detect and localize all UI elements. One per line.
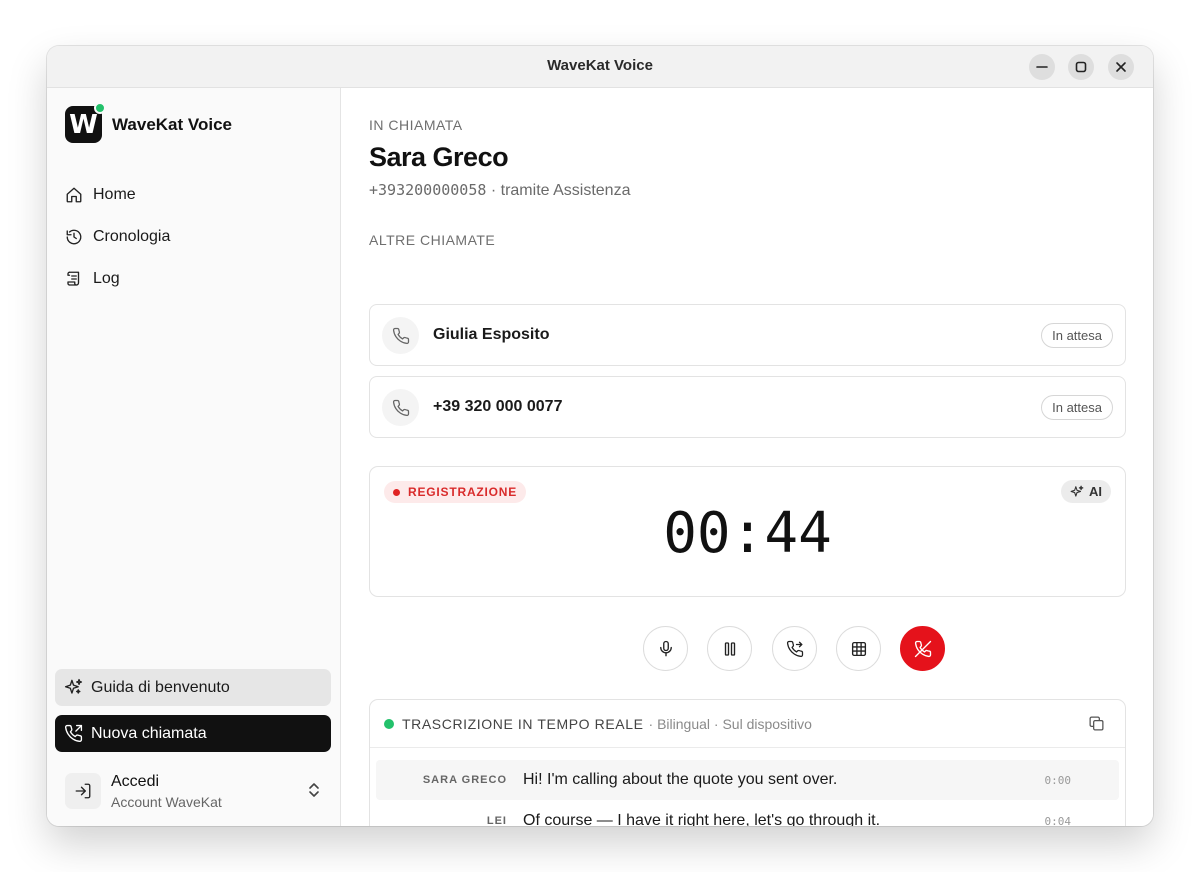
transcript-header: TRASCRIZIONE IN TEMPO REALE · Bilingual … (370, 700, 1125, 748)
other-call-name: Giulia Esposito (433, 326, 550, 343)
sidebar: W WaveKat Voice Home Cronologia Log Guid… (47, 88, 341, 826)
brand: W WaveKat Voice (65, 102, 232, 143)
maximize-button[interactable] (1068, 54, 1094, 80)
close-icon (1116, 62, 1126, 72)
call-timer: 00:44 (663, 501, 832, 566)
home-icon (66, 187, 82, 203)
account-title: Accedi (111, 772, 160, 790)
transcript-timestamp: 0:00 (1044, 774, 1072, 787)
chevrons-up-down-icon[interactable] (306, 781, 322, 799)
account-subtitle: Account WaveKat (111, 793, 222, 810)
brand-name: WaveKat Voice (112, 114, 232, 134)
account-text: Accedi Account WaveKat (111, 773, 222, 810)
brand-logo-letter: W (69, 109, 98, 140)
recording-dot (393, 488, 400, 496)
mic-icon (659, 640, 672, 656)
transcript-line: SARA GRECO Hi! I'm calling about the quo… (376, 760, 1119, 800)
transcript-meta: · Bilingual · Sul dispositivo (648, 715, 812, 732)
transfer-button[interactable] (772, 626, 817, 671)
sidebar-item-cronologia[interactable]: Cronologia (59, 216, 328, 258)
transcript-text: Of course — I have it right here, let's … (523, 812, 881, 826)
close-button[interactable] (1108, 54, 1134, 80)
copy-icon[interactable] (1088, 715, 1105, 732)
transcript-speaker: LEI (486, 815, 507, 826)
sparkles-icon (1070, 485, 1084, 497)
title-bar: WaveKat Voice (47, 46, 1153, 88)
app-window: WaveKat Voice W WaveKat Voice Home Crono… (47, 46, 1153, 826)
sidebar-item-label: Log (93, 270, 120, 287)
hang-up-icon (914, 640, 931, 657)
welcome-guide-label: Guida di benvenuto (91, 678, 230, 696)
welcome-guide-button[interactable]: Guida di benvenuto (55, 669, 331, 706)
keypad-button[interactable] (836, 626, 881, 671)
transcript-timestamp: 0:04 (1044, 815, 1072, 826)
call-status-label: IN CHIAMATA (369, 117, 463, 133)
sparkles-icon (64, 678, 83, 694)
window-title: WaveKat Voice (547, 57, 653, 74)
hold-status-badge: In attesa (1041, 395, 1113, 420)
scroll-icon (67, 271, 80, 286)
hang-up-button[interactable] (900, 626, 945, 671)
sidebar-nav: Home Cronologia Log (59, 174, 328, 300)
minimize-button[interactable] (1029, 54, 1055, 80)
transcript-text: Hi! I'm calling about the quote you sent… (523, 771, 838, 788)
caller-via: · tramite Assistenza (490, 182, 631, 199)
sidebar-item-home[interactable]: Home (59, 174, 328, 216)
phone-icon (392, 399, 409, 416)
phone-icon (392, 327, 409, 344)
maximize-icon (1075, 61, 1087, 73)
recording-badge: REGISTRAZIONE (384, 481, 527, 503)
recording-card: REGISTRAZIONE AI 00:44 (369, 466, 1126, 597)
transcript-speaker: SARA GRECO (422, 774, 507, 786)
online-status-dot (94, 102, 106, 114)
sidebar-item-label: Cronologia (93, 228, 171, 245)
main-panel: IN CHIAMATA Sara Greco +393200000058 · t… (341, 88, 1153, 826)
mute-button[interactable] (643, 626, 688, 671)
caller-number: +393200000058 (369, 181, 487, 199)
history-icon (66, 229, 82, 245)
other-call-card[interactable]: Giulia Esposito In attesa (369, 304, 1126, 366)
caller-name: Sara Greco (369, 142, 509, 172)
new-call-button[interactable]: Nuova chiamata (55, 715, 331, 752)
transcript-title: TRASCRIZIONE IN TEMPO REALE (402, 715, 644, 732)
recording-badge-label: REGISTRAZIONE (408, 485, 518, 499)
ai-label: AI (1089, 484, 1102, 499)
hold-status-badge: In attesa (1041, 323, 1113, 348)
caller-details: +393200000058 · tramite Assistenza (369, 181, 630, 200)
brand-logo: W (65, 102, 106, 143)
other-call-name: +39 320 000 0077 (433, 398, 563, 415)
transcript-panel: TRASCRIZIONE IN TEMPO REALE · Bilingual … (369, 699, 1126, 826)
phone-icon-box (382, 317, 419, 354)
transfer-call-icon (786, 640, 803, 657)
transcript-line: LEI Of course — I have it right here, le… (376, 801, 1119, 826)
other-call-card[interactable]: +39 320 000 0077 In attesa (369, 376, 1126, 438)
pause-icon (724, 641, 735, 656)
sidebar-item-log[interactable]: Log (59, 258, 328, 300)
live-indicator-dot (384, 718, 394, 729)
new-call-label: Nuova chiamata (91, 724, 207, 742)
account-switcher[interactable]: Accedi Account WaveKat (65, 769, 326, 813)
phone-outgoing-icon (64, 724, 83, 743)
minimize-icon (1036, 66, 1048, 68)
hold-button[interactable] (707, 626, 752, 671)
ai-button[interactable]: AI (1061, 480, 1111, 503)
sign-in-icon-box (65, 773, 101, 809)
phone-icon-box (382, 389, 419, 426)
keypad-icon (851, 641, 866, 656)
sidebar-item-label: Home (93, 186, 136, 203)
other-calls-label: ALTRE CHIAMATE (369, 232, 496, 248)
sign-in-icon (75, 783, 91, 799)
